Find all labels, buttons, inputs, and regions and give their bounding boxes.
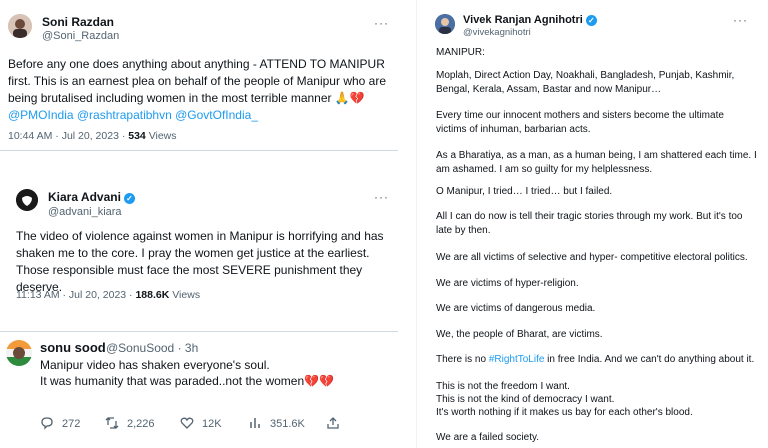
- tweet-line: Every time our innocent mothers and sist…: [436, 110, 724, 121]
- tweet-soni-razdan[interactable]: Soni Razdan @Soni_Razdan ··· Before any …: [0, 0, 398, 150]
- author-handle[interactable]: @Soni_Razdan: [42, 30, 119, 42]
- tweet-kiara-advani[interactable]: Kiara Advani ✓ @advani_kiara ··· The vide…: [0, 172, 398, 312]
- more-icon[interactable]: ···: [374, 190, 389, 204]
- tweet-line: am ashamed. I am so guilty for my helple…: [436, 164, 653, 175]
- tweet-mentions[interactable]: @PMOIndia @rashtrapatibhvn @GovtOfIndia_: [8, 107, 393, 124]
- author-name[interactable]: Vivek Ranjan Agnihotri ✓: [463, 14, 597, 26]
- author-name[interactable]: Soni Razdan: [42, 15, 114, 29]
- tweet-line: It was humanity that was paraded..not th…: [40, 374, 335, 388]
- tweet-timestamp[interactable]: 10:44 AM · Jul 20, 2023 ·: [8, 130, 128, 142]
- views-count: 534: [128, 130, 146, 142]
- author-name[interactable]: Kiara Advani ✓: [48, 190, 135, 204]
- reply-button[interactable]: 272: [40, 416, 80, 430]
- tweet-line: Manipur video has shaken everyone's soul…: [40, 358, 270, 372]
- retweet-icon: [105, 417, 119, 429]
- tweet-text: Manipur video has shaken everyone's soul…: [40, 357, 390, 389]
- tweet-line: This is not the freedom I want.: [436, 381, 570, 392]
- tweet-line: MANIPUR:: [436, 47, 485, 58]
- tweet-meta: 10:44 AM · Jul 20, 2023 · 534 Views: [8, 130, 177, 142]
- tweet-hashtag-line: There is no #RightToLife in free India. …: [436, 354, 755, 365]
- author-handle[interactable]: @advani_kiara: [48, 206, 122, 218]
- share-icon: [327, 417, 339, 429]
- heart-icon: [180, 417, 194, 429]
- tweet-line: victims of inhuman, barbarian acts.: [436, 124, 591, 135]
- verified-badge-icon: ✓: [123, 193, 135, 204]
- share-button[interactable]: [326, 416, 348, 430]
- hashtag-link[interactable]: #RightToLife: [489, 354, 545, 365]
- author-name[interactable]: sonu sood: [40, 340, 106, 355]
- tweet-line: As a Bharatiya, as a man, as a human bei…: [436, 150, 757, 161]
- views-label: Views: [169, 289, 201, 301]
- tweet-text: The video of violence against women in M…: [16, 229, 384, 294]
- avatar[interactable]: [8, 14, 32, 38]
- avatar[interactable]: [16, 189, 38, 211]
- more-icon[interactable]: ···: [374, 16, 389, 30]
- tweet-line: We, the people of Bharat, are victims.: [436, 329, 603, 340]
- tweet-line: Bengal, Kerala, Assam, Bastar and now Ma…: [436, 84, 662, 95]
- views-count: 188.6K: [135, 289, 170, 301]
- tweet-line: Moplah, Direct Action Day, Noakhali, Ban…: [436, 70, 735, 81]
- divider: [0, 150, 398, 151]
- avatar[interactable]: [435, 14, 455, 34]
- tweet-line: We are victims of dangerous media.: [436, 303, 596, 314]
- tweet-text-content: Before any one does anything about anyth…: [8, 57, 387, 105]
- tweet-line: late by then.: [436, 225, 491, 236]
- verified-badge-icon: ✓: [585, 15, 597, 26]
- tweet-line: It's worth nothing if it makes us bay fo…: [436, 407, 693, 418]
- tweet-timestamp[interactable]: 11:13 AM · Jul 20, 2023 ·: [16, 289, 135, 301]
- tweet-text: Before any one does anything about anyth…: [8, 56, 393, 124]
- tweet-line: We are victims of hyper-religion.: [436, 278, 579, 289]
- views-icon: [250, 418, 260, 428]
- tweet-sonu-sood[interactable]: sonu sood @SonuSood · 3h Manipur video h…: [0, 332, 398, 448]
- retweet-button[interactable]: 2,226: [105, 416, 155, 430]
- tweet-meta: 11:13 AM · Jul 20, 2023 · 188.6K Views: [16, 289, 200, 301]
- tweet-line: We are all victims of selective and hype…: [436, 252, 748, 263]
- author-handle[interactable]: @vivekagnihotri: [463, 27, 531, 38]
- like-button[interactable]: 12K: [180, 416, 222, 430]
- tweet-line: We are a failed society.: [436, 432, 540, 443]
- reply-icon: [41, 417, 53, 430]
- views-label: Views: [145, 130, 177, 142]
- author-handle[interactable]: @SonuSood · 3h: [106, 341, 198, 355]
- tweet-line: O Manipur, I tried… I tried… but I faile…: [436, 186, 613, 197]
- more-icon[interactable]: ···: [733, 13, 748, 27]
- views-button[interactable]: 351.6K: [248, 416, 305, 430]
- tweet-line: All I can do now is tell their tragic st…: [436, 211, 743, 222]
- avatar[interactable]: [6, 340, 32, 366]
- tweet-line: This is not the kind of democracy I want…: [436, 394, 615, 405]
